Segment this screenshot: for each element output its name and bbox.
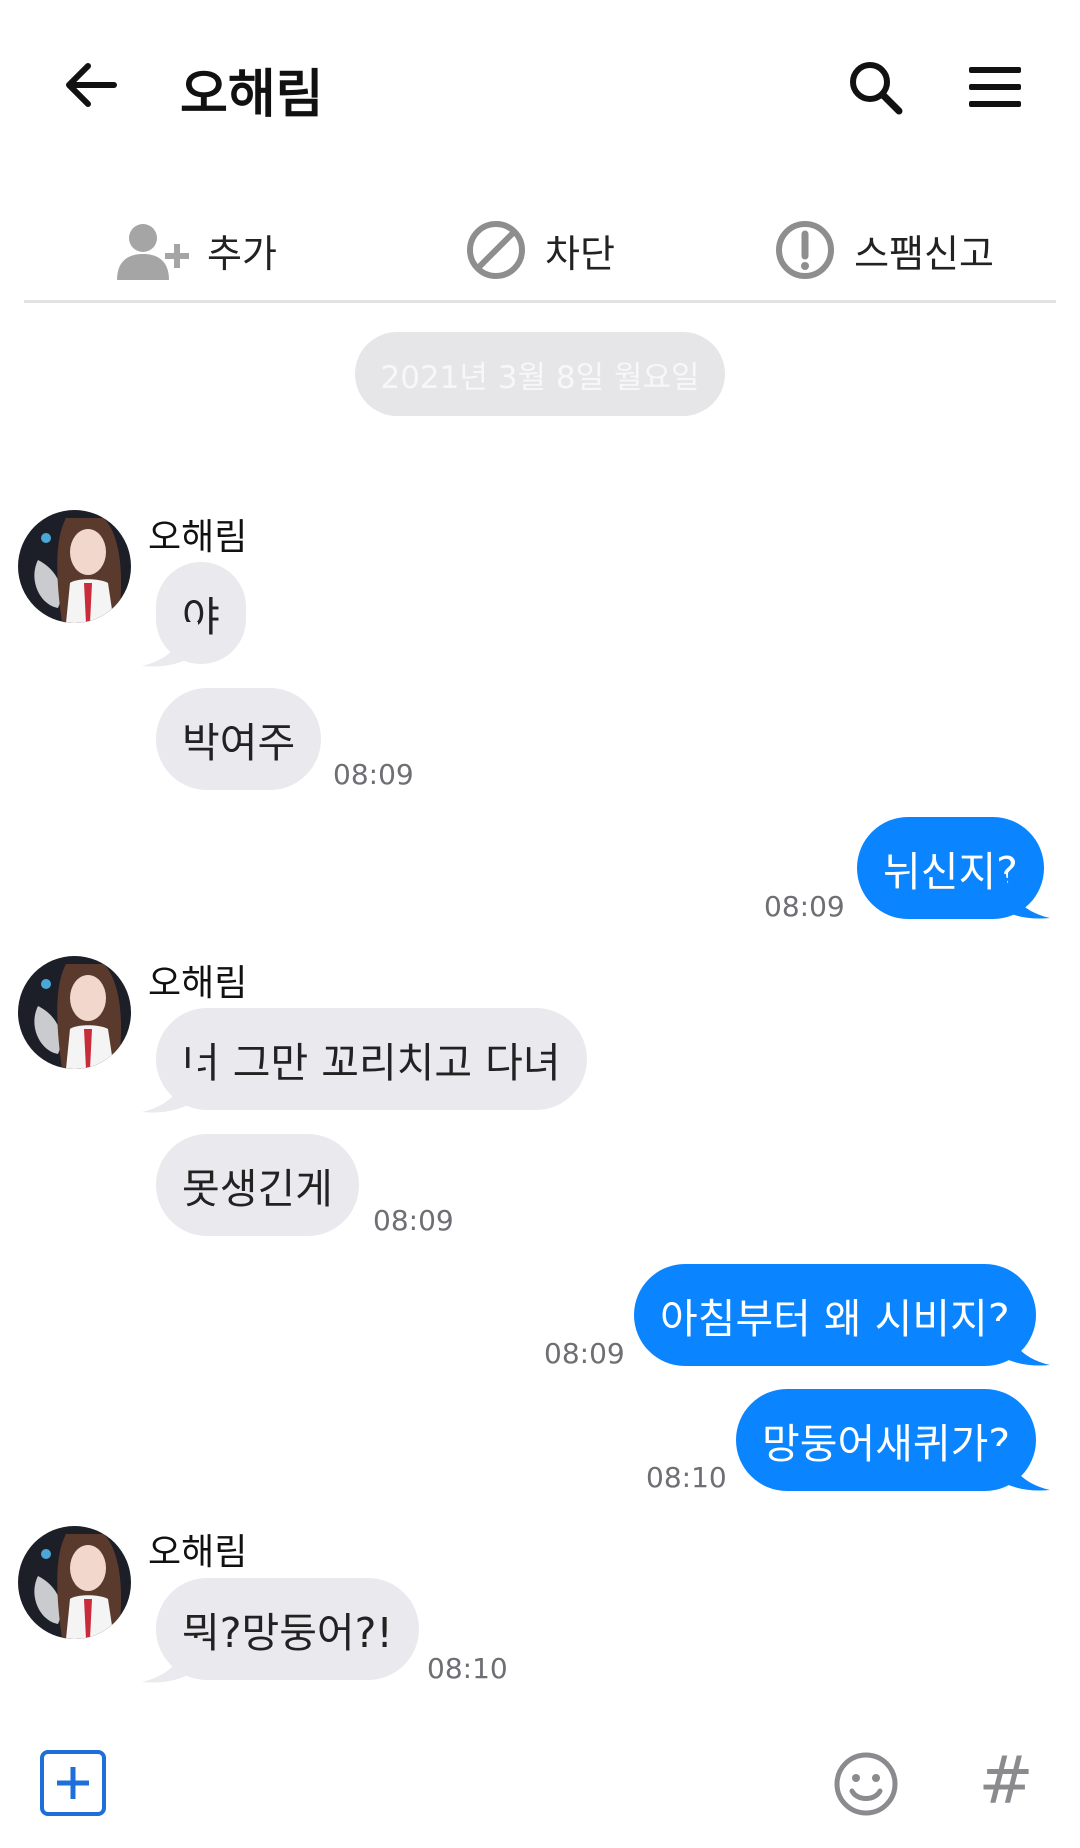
avatar[interactable] [18,510,131,623]
message-time: 08:10 [646,1461,727,1494]
message-time: 08:10 [427,1652,508,1685]
bubble-tail [142,1068,198,1113]
date-separator: 2021년 3월 8일 월요일 [355,332,725,416]
block-button[interactable]: 차단 [368,195,712,305]
bubble-tail [994,1446,1050,1491]
message-bubble-outgoing[interactable]: 아침부터 왜 시비지? [634,1264,1036,1366]
contact-actions: 추가 차단 스팸신고 [24,195,1056,305]
message-bubble-outgoing[interactable]: 망둥어새퀴가? [736,1389,1037,1491]
smiley-icon [834,1752,898,1816]
message-time: 08:09 [764,890,845,923]
add-contact-button[interactable]: 추가 [24,195,368,305]
top-bar: 오해림 [0,0,1080,170]
add-contact-label: 추가 [207,231,277,276]
bubble-tail [994,874,1050,919]
search-button[interactable] [840,52,910,122]
bubble-tail [142,622,198,667]
block-label: 차단 [545,231,615,276]
back-button[interactable] [50,50,130,120]
message-bubble-incoming[interactable]: 못생긴게 [156,1134,359,1236]
arrow-left-icon [66,63,117,107]
message-time: 08:09 [544,1337,625,1370]
alert-circle-icon [776,221,835,279]
plus-square-icon [57,1767,89,1799]
sender-name: 오해림 [148,963,248,1004]
bubble-tail [994,1321,1050,1366]
spam-report-button[interactable]: 스팸신고 [712,195,1056,305]
block-icon [467,221,526,279]
message-bubble-incoming[interactable]: 너 그만 꼬리치고 다녀 [156,1008,587,1110]
sender-name: 오해림 [148,517,248,558]
add-contact-icon [117,224,190,280]
input-bar: # [0,1720,1080,1848]
spam-report-label: 스팸신고 [854,231,994,276]
message-time: 08:09 [373,1204,454,1237]
sender-name: 오해림 [148,1532,248,1573]
hamburger-menu-icon [969,67,1021,107]
attach-button[interactable] [40,1750,106,1816]
divider [24,300,1056,303]
message-time: 08:09 [333,758,414,791]
emoji-button[interactable] [826,1744,906,1824]
bubble-tail [142,1638,198,1683]
menu-button[interactable] [960,52,1030,122]
avatar[interactable] [18,956,131,1069]
page-title: 오해림 [180,65,324,125]
avatar[interactable] [18,1526,131,1639]
hashtag-button[interactable]: # [966,1740,1046,1820]
message-bubble-incoming[interactable]: 박여주 [156,688,322,790]
search-icon [850,62,903,115]
